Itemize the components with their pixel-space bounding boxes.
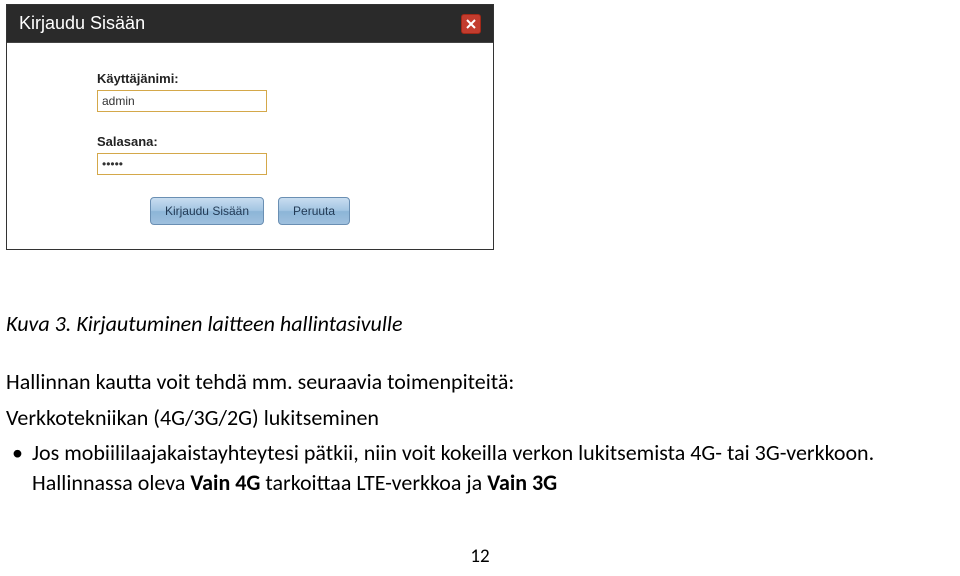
document-text: Kuva 3. Kirjautuminen laitteen hallintas…: [6, 310, 946, 500]
vain-4g: Vain 4G: [190, 469, 260, 496]
password-input[interactable]: [97, 153, 267, 175]
dialog-title-bar: Kirjaudu Sisään: [7, 5, 493, 43]
button-row: Kirjaudu Sisään Peruuta: [97, 197, 403, 225]
bullet-mid: tarkoittaa LTE-verkkoa ja: [260, 469, 487, 496]
bullet-item: Jos mobiililaajakaistayhteytesi pätkii, …: [6, 438, 946, 497]
username-input[interactable]: [97, 90, 267, 112]
dialog-title: Kirjaudu Sisään: [19, 13, 145, 34]
figure-caption: Kuva 3. Kirjautuminen laitteen hallintas…: [6, 310, 946, 337]
close-button[interactable]: [461, 14, 481, 34]
login-button[interactable]: Kirjaudu Sisään: [150, 197, 264, 225]
vain-3g: Vain 3G: [487, 469, 557, 496]
tech-lock-heading: Verkkotekniikan (4G/3G/2G) lukitseminen: [6, 403, 946, 433]
intro-paragraph: Hallinnan kautta voit tehdä mm. seuraavi…: [6, 367, 946, 397]
password-label: Salasana:: [97, 134, 403, 149]
password-group: Salasana:: [97, 134, 403, 175]
dialog-body: Käyttäjänimi: Salasana: Kirjaudu Sisään …: [7, 43, 493, 249]
username-label: Käyttäjänimi:: [97, 71, 403, 86]
cancel-button[interactable]: Peruuta: [278, 197, 350, 225]
close-icon: [466, 19, 476, 29]
page-number: 12: [0, 545, 960, 568]
username-group: Käyttäjänimi:: [97, 71, 403, 112]
login-dialog: Kirjaudu Sisään Käyttäjänimi: Salasana: …: [6, 4, 494, 250]
